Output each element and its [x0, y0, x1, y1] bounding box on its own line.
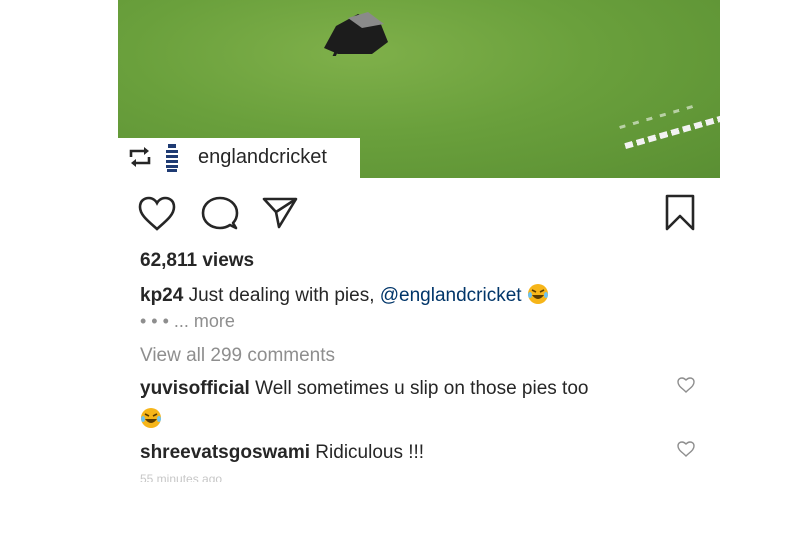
- comment-like-heart-icon[interactable]: [677, 377, 695, 393]
- comment-bubble-icon[interactable]: [201, 196, 239, 232]
- credit-username[interactable]: englandcricket: [198, 146, 327, 169]
- post-timestamp: 55 minutes ago: [140, 472, 223, 482]
- comment-item: yuvisofficial Well sometimes u slip on t…: [140, 378, 588, 400]
- comment-text: Ridiculous !!!: [310, 442, 425, 463]
- repost-icon: [129, 147, 151, 167]
- comment-like-heart-icon[interactable]: [677, 441, 695, 457]
- covers-machine-image: [324, 12, 388, 56]
- heart-icon[interactable]: [138, 196, 176, 232]
- caption-more-link[interactable]: • • • ... more: [140, 311, 235, 332]
- pitch-crease: [624, 112, 720, 150]
- caption-text: Just dealing with pies,: [183, 285, 380, 306]
- caption-mention[interactable]: @englandcricket: [380, 285, 522, 306]
- comment-item: shreevatsgoswami Ridiculous !!!: [140, 442, 424, 464]
- view-count[interactable]: 62,811 views: [140, 250, 254, 272]
- laughing-tears-emoji-icon: [141, 408, 161, 428]
- comment-text: Well sometimes u slip on those pies too: [249, 378, 589, 399]
- caption-username[interactable]: kp24: [140, 285, 183, 306]
- comment-username[interactable]: shreevatsgoswami: [140, 442, 310, 463]
- laughing-tears-emoji-icon: [527, 284, 548, 304]
- england-cricket-logo-icon: [166, 144, 178, 172]
- view-all-comments-link[interactable]: View all 299 comments: [140, 345, 335, 367]
- paper-plane-icon[interactable]: [262, 196, 298, 230]
- post-caption: kp24 Just dealing with pies, @englandcri…: [140, 283, 549, 307]
- bookmark-icon[interactable]: [664, 194, 696, 232]
- comment-username[interactable]: yuvisofficial: [140, 378, 250, 399]
